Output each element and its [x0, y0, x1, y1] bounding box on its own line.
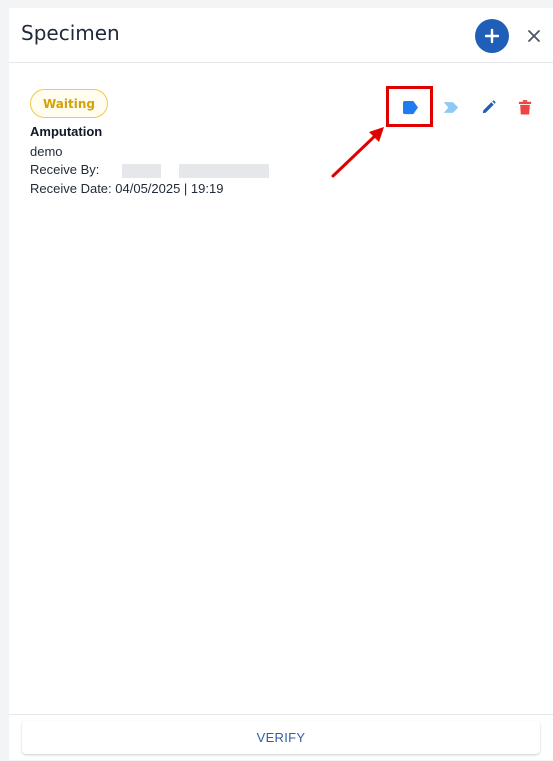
receive-by-label: Receive By: — [30, 162, 100, 177]
receive-date-text: Receive Date: 04/05/2025 | 19:19 — [30, 181, 224, 196]
label-tag-button[interactable] — [399, 96, 421, 118]
specimen-note: demo — [30, 144, 63, 159]
edit-button[interactable] — [477, 96, 499, 118]
annotation-arrow-icon — [331, 127, 384, 178]
status-badge: Waiting — [30, 89, 108, 118]
receive-by-text: Receive By: — [30, 162, 99, 177]
delete-trash-icon — [518, 99, 532, 114]
specimen-card: Waiting Amputation demo Receive By: Rece… — [9, 64, 553, 234]
delete-button[interactable] — [514, 96, 536, 118]
close-button[interactable] — [523, 25, 545, 47]
add-specimen-button[interactable] — [475, 19, 509, 53]
close-icon — [528, 30, 540, 42]
panel-footer: VERIFY — [9, 714, 553, 761]
redacted-name-block — [122, 164, 161, 178]
page-title: Specimen — [21, 21, 120, 45]
specimen-name: Amputation — [30, 124, 103, 139]
edit-pencil-icon — [482, 99, 496, 113]
next-step-button[interactable] — [440, 96, 462, 118]
label-tag-icon — [402, 100, 418, 114]
plus-icon — [484, 28, 500, 44]
specimen-panel: Specimen Waiting Amputation demo Receive… — [9, 8, 553, 760]
verify-button[interactable]: VERIFY — [22, 721, 540, 754]
panel-header: Specimen — [9, 8, 553, 63]
next-step-icon — [443, 101, 459, 113]
redacted-name-block — [179, 164, 269, 178]
